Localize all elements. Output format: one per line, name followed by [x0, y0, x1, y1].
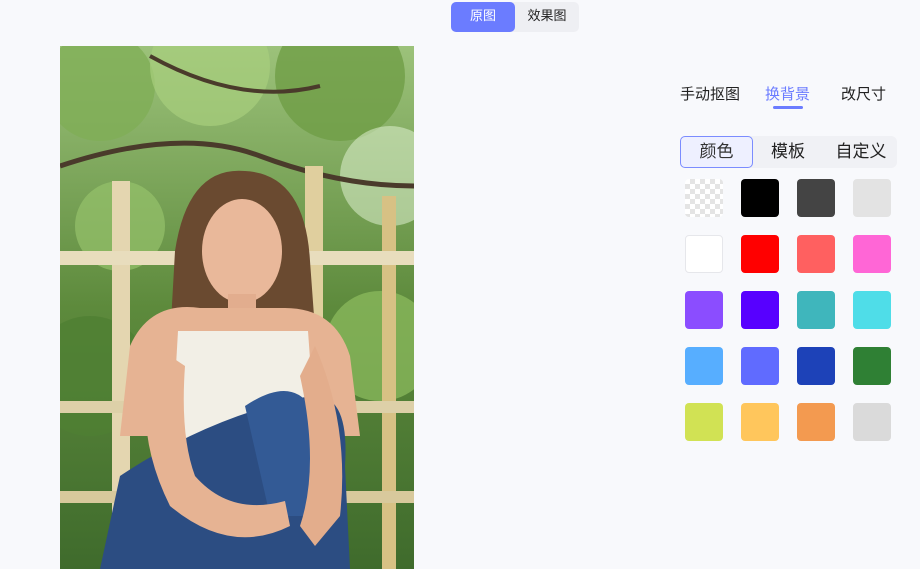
color-swatch[interactable] — [853, 347, 891, 385]
tab-manual-cutout[interactable]: 手动抠图 — [680, 83, 740, 104]
color-swatch[interactable] — [853, 179, 891, 217]
color-swatch[interactable] — [685, 403, 723, 441]
color-swatch[interactable] — [797, 347, 835, 385]
color-swatch[interactable] — [797, 291, 835, 329]
tool-tabs: 手动抠图 换背景 改尺寸 — [672, 70, 902, 110]
color-swatch[interactable] — [853, 403, 891, 441]
mode-custom-button[interactable]: 自定义 — [825, 136, 897, 168]
preview-photo — [60, 46, 414, 569]
color-swatch[interactable] — [741, 291, 779, 329]
active-tab-indicator — [773, 106, 803, 109]
color-swatch[interactable] — [741, 235, 779, 273]
color-swatch[interactable] — [853, 291, 891, 329]
color-swatch[interactable] — [685, 291, 723, 329]
color-swatch[interactable] — [685, 235, 723, 273]
portrait-photo-image — [60, 46, 414, 569]
color-swatch[interactable] — [741, 347, 779, 385]
background-mode-selector: 颜色 模板 自定义 — [680, 136, 897, 168]
view-toggle: 原图 效果图 — [451, 2, 579, 32]
color-swatch[interactable] — [797, 235, 835, 273]
color-swatch[interactable] — [797, 179, 835, 217]
color-swatch[interactable] — [797, 403, 835, 441]
color-swatch[interactable] — [741, 179, 779, 217]
color-swatch[interactable] — [685, 347, 723, 385]
tab-resize[interactable]: 改尺寸 — [841, 83, 886, 104]
mode-template-button[interactable]: 模板 — [753, 136, 823, 168]
swatch-transparent[interactable] — [685, 179, 723, 217]
tab-change-background[interactable]: 换背景 — [765, 83, 810, 104]
color-swatch[interactable] — [741, 403, 779, 441]
top-bar: 原图 效果图 — [0, 0, 920, 46]
color-swatch[interactable] — [853, 235, 891, 273]
mode-color-button[interactable]: 颜色 — [680, 136, 753, 168]
result-view-button[interactable]: 效果图 — [515, 2, 579, 32]
original-view-button[interactable]: 原图 — [451, 2, 515, 32]
